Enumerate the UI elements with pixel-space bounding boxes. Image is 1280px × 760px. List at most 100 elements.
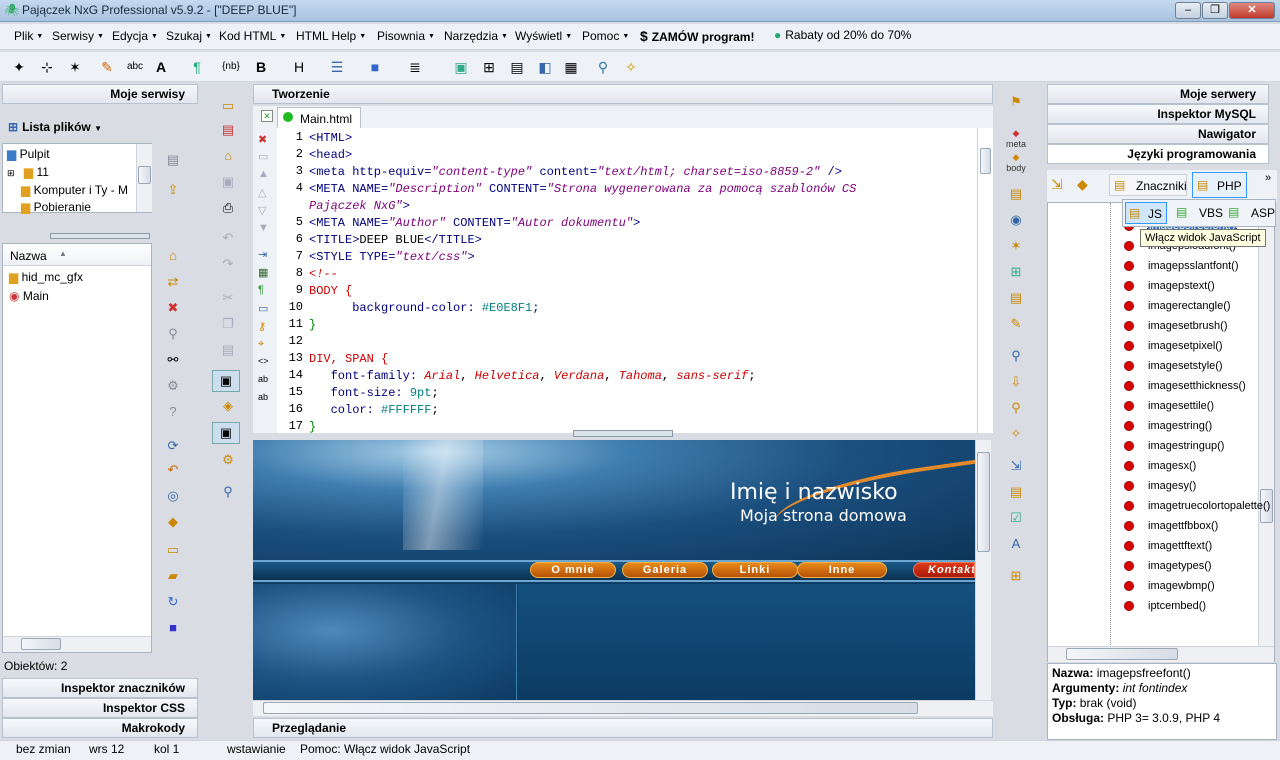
font-icon[interactable]: A <box>150 56 172 78</box>
edit-icon[interactable]: ✎ <box>1006 314 1026 334</box>
code-view-icon[interactable]: ▣ <box>212 422 240 444</box>
find-icon[interactable]: ⚲ <box>1006 346 1026 366</box>
globe-icon[interactable]: ◎ <box>163 486 183 506</box>
heading-icon[interactable]: H <box>288 56 310 78</box>
code-line[interactable]: font-family: Arial, Helvetica, Verdana, … <box>309 368 756 385</box>
tree-item-downloads[interactable]: ▆ Pobieranie <box>21 200 91 214</box>
package-icon[interactable]: ◆ <box>163 512 183 532</box>
menu-pomoc[interactable]: Pomoc ▼ <box>582 29 629 43</box>
menu-serwisy[interactable]: Serwisy ▼ <box>52 29 104 43</box>
code-line[interactable]: } <box>309 317 316 334</box>
upload-icon[interactable]: ⇪ <box>163 180 183 200</box>
menu-edycja[interactable]: Edycja ▼ <box>112 29 158 43</box>
code-line[interactable]: <HTML> <box>309 130 352 147</box>
move-icon[interactable]: ⇄ <box>163 272 183 292</box>
code-line[interactable]: <meta http-equiv="content-type" content=… <box>309 164 842 181</box>
code-line[interactable]: <META NAME="Author" CONTENT="Autor dokum… <box>309 215 640 232</box>
sparkle-icon[interactable]: ✶ <box>1006 236 1026 256</box>
nav-about[interactable]: O mnie <box>530 562 616 578</box>
text-icon[interactable]: A <box>1006 534 1026 554</box>
php-function-item[interactable]: imagestring() <box>1124 416 1212 436</box>
code-line[interactable]: <head> <box>309 147 352 164</box>
code-line[interactable]: <STYLE TYPE="text/css"> <box>309 249 475 266</box>
open-icon[interactable]: ⌂ <box>218 146 238 166</box>
download-icon[interactable]: ⇩ <box>1006 372 1026 392</box>
select-icon[interactable]: ⊹ <box>36 56 58 78</box>
code-line[interactable]: <!-- <box>309 266 338 283</box>
php-function-item[interactable]: imagettfbbox() <box>1124 516 1218 536</box>
nav-links[interactable]: Linki <box>712 562 798 578</box>
code-line[interactable]: BODY { <box>309 283 352 300</box>
php-function-item[interactable]: imagepsslantfont() <box>1124 256 1239 276</box>
menu-wyświetl[interactable]: Wyświetl ▼ <box>515 29 572 43</box>
search-icon[interactable]: ⚲ <box>163 324 183 344</box>
server-icon[interactable]: ▤ <box>163 150 183 170</box>
color-icon[interactable]: ■ <box>364 56 386 78</box>
php-function-item[interactable]: imagesetstyle() <box>1124 356 1223 376</box>
sync-icon[interactable]: ↻ <box>163 592 183 612</box>
php-function-item[interactable]: imagetypes() <box>1124 556 1212 576</box>
close-button[interactable]: ✕ <box>1229 2 1275 19</box>
tools-icon[interactable]: ✧ <box>1006 424 1026 444</box>
name-column-header[interactable]: Nazwa ▲ <box>3 244 151 266</box>
paste-icon[interactable]: ▤ <box>218 340 238 360</box>
close-tab-icon[interactable]: ✕ <box>261 110 273 122</box>
comment-icon[interactable]: ▭ <box>258 302 268 315</box>
css-inspector-header[interactable]: Inspektor CSS <box>2 698 198 718</box>
php-function-item[interactable]: iptcembed() <box>1124 596 1206 616</box>
php-function-item[interactable]: imagesetpixel() <box>1124 336 1223 356</box>
tag-inspector-header[interactable]: Inspektor znaczników <box>2 678 198 698</box>
link-icon[interactable]: ⚲ <box>592 56 614 78</box>
php-function-item[interactable]: imagestringup() <box>1124 436 1224 456</box>
new-doc-icon[interactable]: ▭ <box>218 96 238 116</box>
php-function-item[interactable]: imagesx() <box>1124 456 1196 476</box>
wizard-icon[interactable]: ✶ <box>64 56 86 78</box>
php-function-item[interactable]: imagesy() <box>1124 476 1196 496</box>
save-icon[interactable]: ▣ <box>218 172 238 192</box>
insert-icon[interactable]: ⇲ <box>1006 456 1026 476</box>
table-insert-icon[interactable]: ⊞ <box>1006 262 1026 282</box>
image-icon[interactable]: ▣ <box>450 56 472 78</box>
settings-icon[interactable]: ⚙ <box>163 376 183 396</box>
code-line[interactable]: } <box>309 419 316 433</box>
key-icon[interactable]: ⚷ <box>258 320 266 333</box>
menu-pisownia[interactable]: Pisownia ▼ <box>377 29 435 43</box>
php-function-item[interactable]: imagetruecolortopalette() <box>1124 496 1270 516</box>
splitter-handle[interactable] <box>573 430 673 437</box>
menu-html-help[interactable]: HTML Help ▼ <box>296 29 366 43</box>
format-icon[interactable]: ▦ <box>258 266 268 279</box>
new-folder-icon[interactable]: ▰ <box>163 566 183 586</box>
preview-header[interactable]: Przeglądanie <box>253 718 993 738</box>
brackets-icon[interactable]: <> <box>258 356 269 366</box>
preview-vscrollbar[interactable] <box>975 440 991 700</box>
undo-edit-icon[interactable]: ↶ <box>218 228 238 248</box>
my-sites-header[interactable]: Moje serwisy <box>2 84 198 104</box>
layers-icon[interactable]: ▤ <box>1006 288 1026 308</box>
magic-icon[interactable]: ✧ <box>620 56 642 78</box>
body-button[interactable]: ◆ body <box>1002 152 1030 173</box>
subtab-asp[interactable]: ▤ ASP <box>1225 202 1275 224</box>
navigator-header[interactable]: Nawigator <box>1047 124 1269 144</box>
ab-upper-icon[interactable]: ab <box>258 392 268 402</box>
nav-other[interactable]: Inne <box>797 562 887 578</box>
new-file-icon[interactable]: ▭ <box>163 540 183 560</box>
menu-narzędzia[interactable]: Narzędzia ▼ <box>444 29 508 43</box>
maximize-button[interactable]: ❐ <box>1202 2 1228 19</box>
replace-icon[interactable]: ⚲ <box>1006 398 1026 418</box>
code-scrollbar[interactable] <box>977 128 993 433</box>
insert-function-icon[interactable]: ⇲ <box>1051 176 1063 193</box>
macrocodes-header[interactable]: Makrokody <box>2 718 198 738</box>
code-line[interactable]: Pajączek NxG"> <box>309 198 410 215</box>
list-icon[interactable]: ≣ <box>404 56 426 78</box>
split-view-icon[interactable]: ◈ <box>218 396 238 416</box>
tree-scrollbar[interactable] <box>136 144 152 212</box>
copy-icon[interactable]: ❐ <box>218 314 238 334</box>
php-function-item[interactable]: imagewbmp() <box>1124 576 1215 596</box>
preview-icon[interactable]: ◧ <box>534 56 556 78</box>
order-button[interactable]: $ ZAMÓW program! <box>640 28 754 44</box>
menu-plik[interactable]: Plik ▼ <box>14 29 43 43</box>
subtab-js[interactable]: ▤ JS <box>1125 202 1167 224</box>
script-icon[interactable]: ▤ <box>1006 482 1026 502</box>
meta-button[interactable]: ◆ meta <box>1002 128 1030 149</box>
open-folder-icon[interactable]: ⌂ <box>163 246 183 266</box>
